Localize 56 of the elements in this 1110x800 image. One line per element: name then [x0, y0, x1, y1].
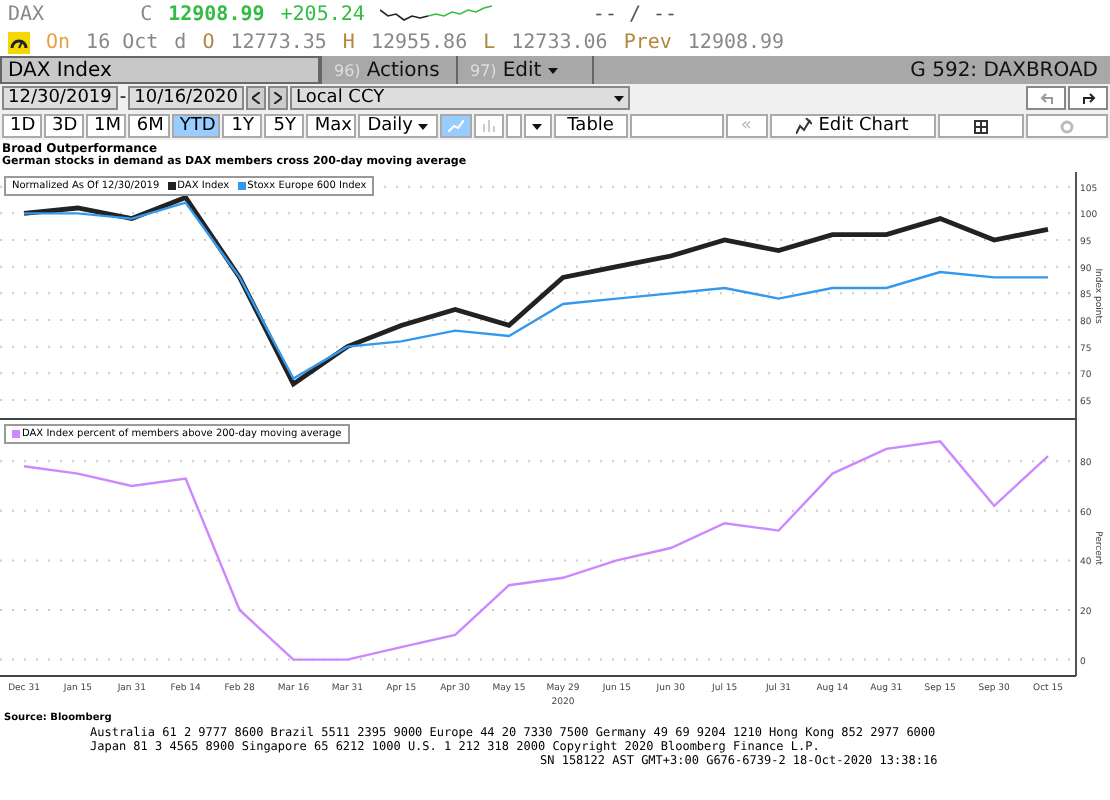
- redo-icon: [1081, 92, 1095, 104]
- redo-button[interactable]: [1068, 86, 1108, 110]
- line-chart-icon: [447, 120, 464, 132]
- date-suffix-text: d: [174, 31, 187, 53]
- bar-chart-icon: [481, 120, 496, 132]
- prev-label: Prev: [623, 31, 672, 53]
- gauge-icon: [8, 31, 30, 53]
- price-change: +205.24: [280, 3, 365, 25]
- line-chart-button[interactable]: [439, 114, 472, 138]
- period-tab[interactable]: 1M: [86, 114, 127, 138]
- period-tab[interactable]: 1Y: [222, 114, 263, 138]
- chart-settings-button[interactable]: [937, 114, 1024, 138]
- bar-chart-button[interactable]: [473, 114, 505, 138]
- date-separator: -: [119, 88, 127, 108]
- ticker: DAX: [8, 3, 45, 25]
- undo-icon: [1039, 92, 1053, 104]
- settings-icon: [1059, 119, 1074, 133]
- prev-price: 12908.99: [687, 31, 785, 53]
- period-tab[interactable]: 3D: [44, 114, 84, 138]
- blank-button[interactable]: [630, 114, 724, 138]
- low-label: L: [483, 31, 496, 53]
- low-price: 12733.06: [511, 31, 608, 53]
- period-tab[interactable]: 6M: [128, 114, 170, 138]
- options-dropdown[interactable]: [524, 114, 552, 138]
- caret-icon: [532, 123, 543, 129]
- edit-chart-button[interactable]: Edit Chart: [769, 114, 936, 138]
- close-label: C: [140, 3, 153, 25]
- high-price: 12955.86: [370, 31, 468, 53]
- bid-ask: -- / --: [592, 3, 678, 25]
- previous-button[interactable]: [246, 86, 266, 110]
- end-date-field[interactable]: 10/16/2020: [128, 86, 244, 110]
- period-tab[interactable]: Max: [306, 114, 357, 138]
- pencil-chart-icon: [796, 118, 813, 134]
- period-tab[interactable]: YTD: [171, 114, 221, 138]
- open-label: O: [202, 31, 215, 53]
- start-date-field[interactable]: 12/30/2019: [2, 86, 118, 110]
- currency-dropdown[interactable]: Local CCY: [290, 86, 630, 110]
- period-tab[interactable]: 1D: [2, 114, 42, 138]
- next-button[interactable]: [268, 86, 288, 110]
- caret-icon: [547, 67, 558, 73]
- toggle-button[interactable]: [506, 114, 523, 138]
- caret-icon: [614, 95, 624, 101]
- period-tab[interactable]: 5Y: [264, 114, 305, 138]
- chevron-right-icon: [274, 92, 282, 104]
- close-price: 12908.99: [168, 3, 265, 25]
- frequency-dropdown[interactable]: Daily: [358, 114, 438, 138]
- date-label: On: [46, 31, 71, 53]
- open-price: 12773.35: [230, 31, 327, 53]
- chevron-left-icon: [252, 92, 260, 104]
- security-field[interactable]: DAX Index: [0, 56, 320, 84]
- table-button[interactable]: Table: [553, 114, 629, 138]
- caret-icon: [418, 123, 429, 129]
- grid-icon: [973, 119, 988, 133]
- high-label: H: [342, 31, 355, 53]
- quote-date: 16 Oct: [86, 31, 159, 53]
- sparkline-drawing: [380, 4, 497, 24]
